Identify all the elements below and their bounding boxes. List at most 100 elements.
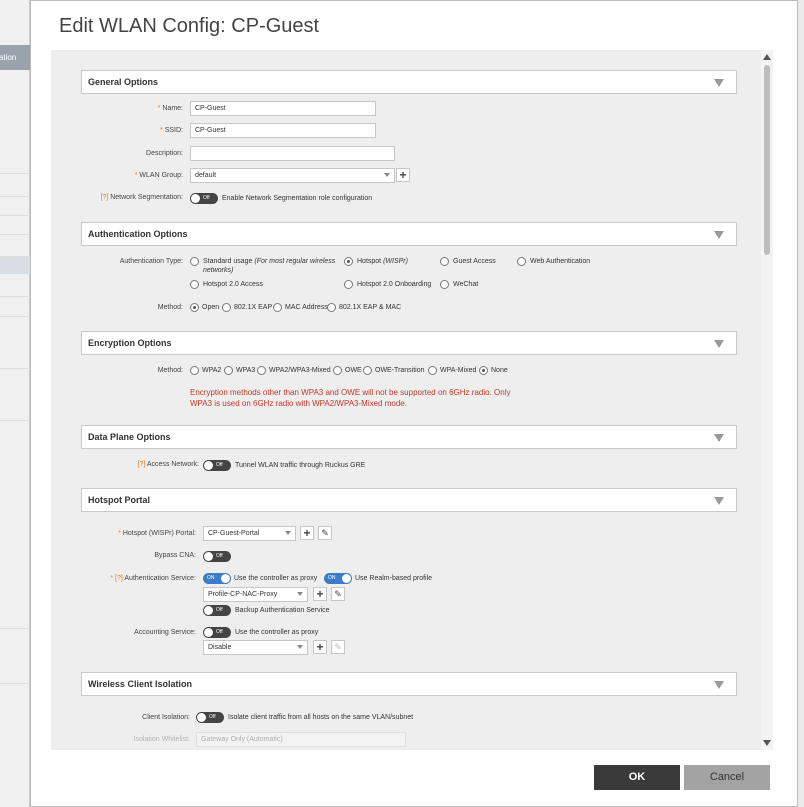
- add-accounting-button[interactable]: +: [313, 640, 327, 654]
- chevron-down-icon: [384, 173, 390, 177]
- auth-web-radio[interactable]: [517, 257, 526, 266]
- chevron-down-icon: [297, 645, 303, 649]
- realm-profile-toggle[interactable]: ON: [324, 573, 352, 584]
- enc-none-radio[interactable]: [479, 366, 488, 375]
- add-portal-button[interactable]: +: [300, 526, 314, 540]
- chevron-down-icon: [297, 592, 303, 596]
- method-8021x-mac-label: 802.1X EAP & MAC: [339, 304, 402, 311]
- auth-hs20-onboarding-label: Hotspot 2.0 Onboarding: [357, 281, 432, 288]
- scroll-down-icon[interactable]: [763, 740, 771, 746]
- background-row: [0, 234, 30, 235]
- method-8021x-label: 802.1X EAP: [234, 304, 273, 311]
- ok-button[interactable]: OK: [594, 765, 680, 790]
- collapse-chevron-icon[interactable]: [714, 681, 724, 689]
- background-right: [798, 0, 804, 807]
- enc-none-label: None: [491, 367, 508, 374]
- vertical-scrollbar[interactable]: [761, 50, 773, 750]
- method-open-label: Open: [202, 304, 220, 311]
- section-authentication-options[interactable]: Authentication Options: [81, 222, 737, 246]
- access-network-text: Tunnel WLAN traffic through Ruckus GRE: [235, 462, 366, 469]
- encryption-warning-line2: WPA3 is used on 6GHz radio with WPA2/WPA…: [190, 399, 407, 408]
- auth-guest-label: Guest Access: [453, 258, 496, 265]
- collapse-chevron-icon[interactable]: [714, 79, 724, 87]
- name-input[interactable]: CP-Guest: [190, 101, 376, 116]
- section-title: Hotspot Portal: [88, 495, 150, 505]
- section-title: Authentication Options: [88, 229, 188, 239]
- auth-type-label: Authentication Type:: [119, 258, 183, 265]
- background-row: [0, 628, 30, 629]
- enc-mixed-label: WPA2/WPA3-Mixed: [269, 367, 331, 374]
- auth-hs20-access-radio[interactable]: [190, 280, 199, 289]
- isolation-whitelist-select: Gateway Only (Automatic): [196, 732, 406, 747]
- section-encryption-options[interactable]: Encryption Options: [81, 331, 737, 355]
- bypass-cna-toggle[interactable]: Off: [203, 551, 231, 562]
- edit-portal-icon[interactable]: ✎: [318, 526, 332, 540]
- method-open-radio[interactable]: [190, 303, 199, 312]
- auth-service-label: * [?] Authentication Service:: [110, 575, 196, 582]
- section-wireless-client-isolation[interactable]: Wireless Client Isolation: [81, 672, 737, 696]
- auth-wechat-radio[interactable]: [440, 280, 449, 289]
- description-label: Description:: [146, 150, 183, 157]
- backup-auth-toggle[interactable]: Off: [203, 605, 231, 616]
- section-title: Wireless Client Isolation: [88, 679, 192, 689]
- enc-wpa-mixed-label: WPA-Mixed: [440, 367, 477, 374]
- hotspot-portal-value: CP-Guest-Portal: [208, 530, 260, 537]
- accounting-service-label: Accounting Service:: [134, 629, 196, 636]
- method-8021x-mac-radio[interactable]: [327, 303, 336, 312]
- add-wlan-group-button[interactable]: +: [396, 168, 410, 182]
- scroll-thumb[interactable]: [764, 65, 770, 255]
- enc-wpa3-label: WPA3: [236, 367, 256, 374]
- add-auth-profile-button[interactable]: +: [313, 587, 327, 601]
- enc-wpa3-radio[interactable]: [224, 366, 233, 375]
- auth-wechat-label: WeChat: [453, 281, 479, 288]
- background-row-selected: [0, 256, 30, 274]
- collapse-chevron-icon[interactable]: [714, 231, 724, 239]
- enc-owe-radio[interactable]: [333, 366, 342, 375]
- description-input[interactable]: [190, 146, 395, 161]
- access-network-toggle[interactable]: Off: [203, 460, 231, 471]
- wlan-group-select[interactable]: default: [190, 168, 395, 183]
- background-row: [0, 420, 30, 421]
- auth-hotspot-label: Hotspot (WISPr): [357, 258, 408, 265]
- auth-hotspot-radio[interactable]: [344, 257, 353, 266]
- method-8021x-radio[interactable]: [222, 303, 231, 312]
- client-isolation-label: Client Isolation:: [142, 714, 190, 721]
- network-segmentation-toggle[interactable]: Off: [190, 193, 218, 204]
- encryption-warning-line1: Encryption methods other than WPA3 and O…: [190, 388, 511, 397]
- auth-guest-radio[interactable]: [440, 257, 449, 266]
- collapse-chevron-icon[interactable]: [714, 340, 724, 348]
- auth-proxy-toggle[interactable]: ON: [203, 573, 231, 584]
- collapse-chevron-icon[interactable]: [714, 497, 724, 505]
- auth-profile-select[interactable]: Profile-CP-NAC-Proxy: [203, 587, 308, 602]
- accounting-proxy-toggle[interactable]: Off: [203, 627, 231, 638]
- ssid-input[interactable]: CP-Guest: [190, 123, 376, 138]
- method-mac-radio[interactable]: [273, 303, 282, 312]
- auth-hs20-onboarding-radio[interactable]: [344, 280, 353, 289]
- dialog-scroll-area[interactable]: General Options * Name: CP-Guest * SSID:…: [51, 50, 773, 750]
- edit-wlan-dialog: Edit WLAN Config: CP-Guest General Optio…: [30, 0, 798, 807]
- accounting-select[interactable]: Disable: [203, 640, 308, 655]
- background-row: [0, 296, 30, 297]
- section-title: Data Plane Options: [88, 432, 171, 442]
- edit-auth-profile-icon[interactable]: ✎: [331, 587, 345, 601]
- hotspot-portal-select[interactable]: CP-Guest-Portal: [203, 526, 296, 541]
- section-title: General Options: [88, 77, 159, 87]
- scroll-up-icon[interactable]: [763, 54, 771, 60]
- access-network-label: [?] Access Network:: [137, 461, 199, 468]
- section-data-plane-options[interactable]: Data Plane Options: [81, 425, 737, 449]
- auth-standard-radio[interactable]: [190, 257, 199, 266]
- enc-owe-transition-radio[interactable]: [363, 366, 372, 375]
- cancel-button[interactable]: Cancel: [684, 765, 770, 790]
- collapse-chevron-icon[interactable]: [714, 434, 724, 442]
- enc-mixed-radio[interactable]: [257, 366, 266, 375]
- section-hotspot-portal[interactable]: Hotspot Portal: [81, 488, 737, 512]
- background-row: [0, 215, 30, 216]
- background-row: [0, 316, 30, 317]
- section-general-options[interactable]: General Options: [81, 70, 737, 94]
- background-row: [0, 196, 30, 197]
- client-isolation-toggle[interactable]: Off: [196, 712, 224, 723]
- auth-standard-note: networks): [203, 267, 234, 274]
- enc-wpa2-radio[interactable]: [190, 366, 199, 375]
- auth-proxy-text: Use the controller as proxy: [234, 575, 318, 582]
- enc-wpa-mixed-radio[interactable]: [428, 366, 437, 375]
